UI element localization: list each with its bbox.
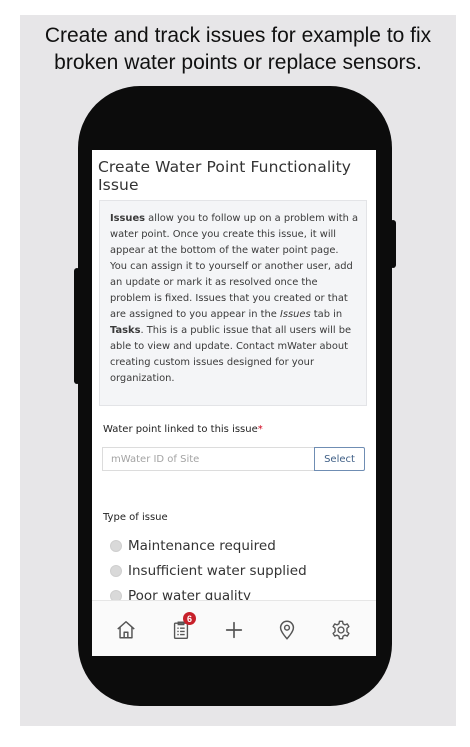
nav-tasks[interactable]: 6 [169,612,196,642]
nav-add[interactable] [222,618,246,642]
phone-side-button-right [390,220,396,268]
phone-screen: Create Water Point Functionality Issue I… [92,150,376,656]
nav-map[interactable] [275,618,299,642]
radio-button[interactable] [110,565,122,577]
info-issues-italic: Issues [279,309,311,320]
plus-icon [225,621,243,639]
phone-side-button-left [74,268,80,384]
page-title: Create Water Point Functionality Issue [98,158,352,194]
info-text-a: allow you to follow up on a problem with… [110,213,359,320]
required-mark: * [257,424,263,435]
nav-settings[interactable] [329,618,353,642]
location-pin-icon [279,620,295,640]
caption: Create and track issues for example to f… [20,22,456,76]
water-point-label: Water point linked to this issue* [103,424,263,435]
select-site-button[interactable]: Select [314,447,365,471]
radio-button[interactable] [110,540,122,552]
nav-home[interactable] [114,618,138,642]
info-tasks-bold: Tasks [110,325,141,336]
gear-icon [332,620,350,640]
issue-option-insufficient-water[interactable]: Insufficient water supplied [110,561,307,581]
issue-option-maintenance[interactable]: Maintenance required [110,536,276,556]
info-box: Issues allow you to follow up on a probl… [99,200,367,406]
info-issues-bold: Issues [110,213,146,224]
info-text-c: . This is a public issue that all users … [110,325,352,384]
bottom-nav-bar: 6 [92,600,376,656]
site-id-input[interactable] [102,447,314,471]
issue-option-label: Insufficient water supplied [128,563,307,579]
home-icon [117,621,135,639]
issue-type-label: Type of issue [103,512,168,523]
caption-line-1: Create and track issues for example to f… [44,24,432,47]
issue-option-label: Maintenance required [128,538,276,554]
caption-line-2: broken water points or replace sensors. [54,51,422,74]
water-point-label-text: Water point linked to this issue [103,424,258,435]
info-text-b: tab in [310,309,343,320]
tasks-badge: 6 [183,612,196,625]
